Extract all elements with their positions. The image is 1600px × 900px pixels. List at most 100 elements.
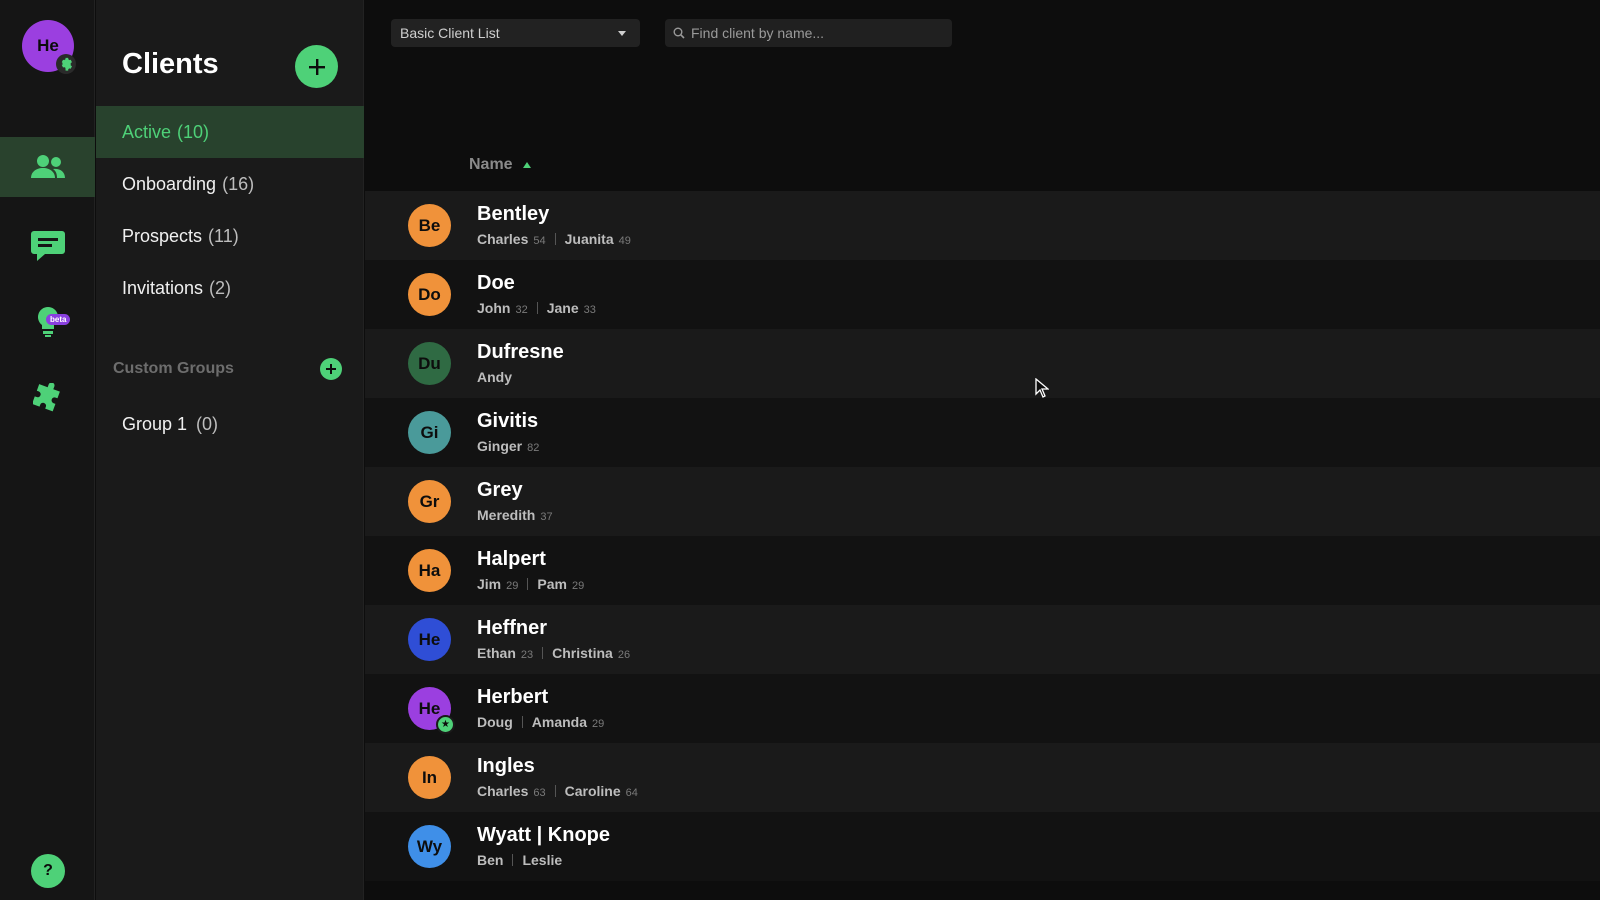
nav-item-count: (2) [209, 277, 232, 298]
client-avatar-initials: Gi [420, 422, 439, 442]
client-members: Meredith 37 [477, 507, 553, 523]
nav-item-label: Prospects [122, 225, 203, 246]
client-members: John 32 Jane 33 [477, 300, 596, 316]
add-group-button[interactable] [320, 358, 342, 380]
member-name: Christina [552, 645, 613, 661]
help-button[interactable]: ? [31, 854, 65, 888]
client-avatar-initials: Do [418, 284, 441, 304]
client-avatar-initials: Be [418, 215, 441, 235]
chat-icon [30, 231, 65, 261]
table-row[interactable]: Do Doe John 32 Jane 33 [365, 260, 1600, 329]
member-separator [554, 233, 556, 245]
member-age: 63 [533, 787, 546, 799]
client-avatar-initials: Ha [418, 560, 441, 580]
star-icon: ★ [436, 715, 455, 734]
nav-item-onboarding[interactable]: Onboarding (16) [96, 158, 364, 210]
member-age: 23 [520, 649, 534, 661]
member-age: 29 [506, 580, 519, 592]
client-avatar-initials: Du [418, 353, 441, 373]
client-name: Wyatt | Knope [477, 824, 611, 846]
messages-nav-button[interactable] [0, 215, 95, 275]
nav-item-active[interactable]: Active (10) [96, 106, 364, 158]
column-header-name[interactable]: Name [469, 156, 531, 174]
table-row[interactable]: In Ingles Charles 63 Caroline 64 [365, 743, 1600, 812]
sort-ascending-icon [522, 162, 531, 168]
member-name: Ethan [477, 645, 516, 661]
client-members: Ben Leslie [477, 852, 562, 868]
plus-icon [308, 58, 325, 75]
list-view-select[interactable]: Basic Client List [391, 19, 640, 47]
client-avatar: In [408, 756, 451, 799]
member-name: Ben [477, 852, 504, 868]
client-name: Ingles [477, 755, 535, 777]
member-name: Caroline [564, 783, 621, 799]
member-age: 33 [583, 304, 596, 316]
custom-groups-heading: Custom Groups [113, 360, 234, 377]
search-input[interactable] [691, 25, 941, 41]
client-name: Herbert [477, 686, 549, 708]
member-age: 82 [527, 442, 540, 454]
client-avatar: Do [408, 273, 451, 316]
client-avatar: Ha [408, 549, 451, 592]
table-row[interactable]: Ha Halpert Jim 29 Pam 29 [365, 536, 1600, 605]
integrations-nav-button[interactable] [0, 368, 95, 428]
member-separator [554, 785, 556, 797]
client-search[interactable] [665, 19, 952, 47]
table-row[interactable]: Be Bentley Charles 54 Juanita 49 [365, 191, 1600, 260]
user-avatar[interactable]: He [22, 20, 76, 74]
client-avatar-initials: He [418, 629, 441, 649]
member-separator [512, 854, 514, 866]
nav-item-count: (11) [208, 225, 239, 246]
member-name: John [477, 300, 511, 316]
chevron-down-icon [618, 31, 626, 36]
table-row[interactable]: Gr Grey Meredith 37 [365, 467, 1600, 536]
client-name: Givitis [477, 410, 539, 432]
clients-nav-button[interactable] [0, 137, 95, 197]
member-age: 64 [625, 787, 638, 799]
client-avatar: He [408, 618, 451, 661]
nav-item-invitations[interactable]: Invitations (2) [96, 262, 364, 314]
table-row[interactable]: Gi Givitis Ginger 82 [365, 398, 1600, 467]
client-avatar-initials: Wy [416, 836, 443, 856]
client-members: Ginger 82 [477, 438, 539, 454]
client-name: Bentley [477, 203, 550, 225]
member-name: Jim [477, 576, 502, 592]
plus-icon [326, 364, 336, 374]
member-name: Charles [477, 231, 529, 247]
puzzle-icon [32, 383, 60, 412]
users-icon [30, 155, 65, 178]
table-row[interactable]: He ★ Herbert Doug Amanda 29 [365, 674, 1600, 743]
member-separator [536, 302, 538, 314]
icon-rail: He beta ? [0, 0, 95, 900]
gear-icon[interactable] [56, 54, 76, 74]
member-age: 49 [618, 235, 631, 247]
page-title: Clients [122, 48, 219, 80]
member-name: Jane [546, 300, 579, 316]
nav-item-count: (0) [196, 413, 219, 434]
column-header-label: Name [469, 156, 513, 173]
clients-panel: Clients Active (10) Onboarding (16) Pros… [96, 0, 364, 900]
table-row[interactable]: He Heffner Ethan 23 Christina 26 [365, 605, 1600, 674]
member-separator [542, 647, 544, 659]
beta-badge: beta [46, 314, 71, 325]
member-name: Ginger [477, 438, 523, 454]
client-avatar: Wy [408, 825, 451, 868]
client-avatar: Du [408, 342, 451, 385]
member-separator [527, 578, 529, 590]
client-members: Charles 63 Caroline 64 [477, 783, 638, 799]
table-row[interactable]: Wy Wyatt | Knope Ben Leslie [365, 812, 1600, 881]
client-members: Charles 54 Juanita 49 [477, 231, 631, 247]
client-avatar: He ★ [408, 687, 455, 734]
member-age: 26 [617, 649, 631, 661]
nav-item-prospects[interactable]: Prospects (11) [96, 210, 364, 262]
member-name: Leslie [522, 852, 563, 868]
client-avatar-initials: In [421, 767, 438, 787]
member-name: Amanda [531, 714, 587, 730]
table-row[interactable]: Du Dufresne Andy [365, 329, 1600, 398]
main-content: Basic Client List Name Be Bentley Charles 5… [365, 0, 1600, 900]
client-name: Heffner [477, 617, 548, 639]
member-name: Meredith [477, 507, 536, 523]
nav-item-label: Active [122, 121, 172, 142]
add-client-button[interactable] [295, 45, 338, 88]
nav-item-group-1[interactable]: Group 1 (0) [96, 398, 364, 450]
